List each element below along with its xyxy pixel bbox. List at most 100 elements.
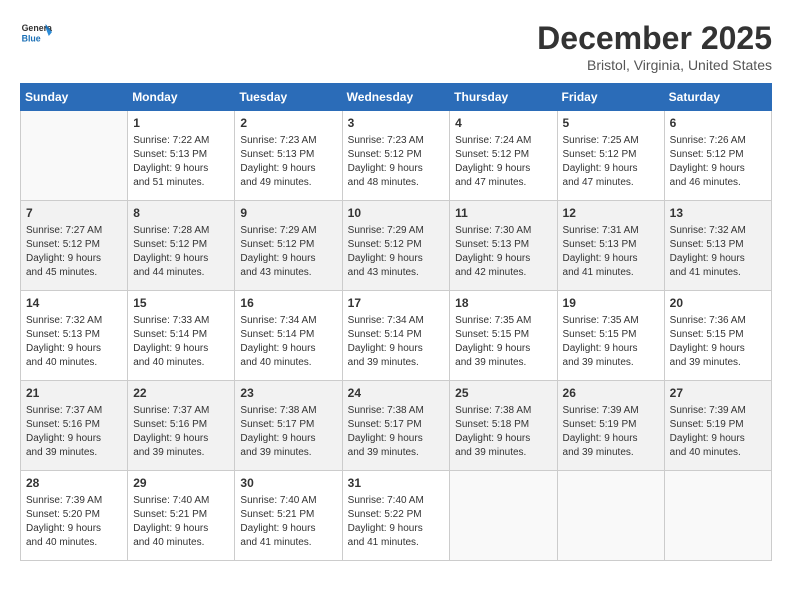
day-number: 5 [563,115,659,132]
svg-text:Blue: Blue [22,34,41,44]
calendar-cell [664,471,771,561]
calendar-cell: 15 Sunrise: 7:33 AM Sunset: 5:14 PM Dayli… [128,291,235,381]
calendar-cell: 1Sunrise: 7:22 AM Sunset: 5:13 PM Daylig… [128,111,235,201]
day-number: 12 [563,205,659,222]
day-info: Sunrise: 7:34 AM Sunset: 5:14 PM Dayligh… [348,314,445,370]
day-info: Sunrise: 7:38 AM Sunset: 5:17 PM Dayligh… [348,404,445,460]
weekday-header-thursday: Thursday [450,84,557,111]
day-info: Sunrise: 7:32 AM Sunset: 5:13 PM Dayligh… [26,314,122,370]
day-info: Sunrise: 7:24 AM Sunset: 5:12 PM Dayligh… [455,134,551,190]
day-info: Sunrise: 7:23 AM Sunset: 5:13 PM Dayligh… [240,134,336,190]
day-info: Sunrise: 7:39 AM Sunset: 5:19 PM Dayligh… [563,404,659,460]
calendar-cell: 26 Sunrise: 7:39 AM Sunset: 5:19 PM Dayli… [557,381,664,471]
calendar-cell: 13Sunrise: 7:32 AM Sunset: 5:13 PM Dayli… [664,201,771,291]
weekday-header-row: SundayMondayTuesdayWednesdayThursdayFrid… [21,84,772,111]
week-row-4: 21 Sunrise: 7:37 AM Sunset: 5:16 PM Dayli… [21,381,772,471]
calendar-cell [21,111,128,201]
weekday-header-tuesday: Tuesday [235,84,342,111]
day-info: Sunrise: 7:26 AM Sunset: 5:12 PM Dayligh… [670,134,766,190]
calendar-cell: 22Sunrise: 7:37 AM Sunset: 5:16 PM Dayli… [128,381,235,471]
day-info: Sunrise: 7:27 AM Sunset: 5:12 PM Dayligh… [26,224,122,280]
calendar-cell: 9Sunrise: 7:29 AM Sunset: 5:12 PM Daylig… [235,201,342,291]
day-number: 23 [240,385,336,402]
calendar-cell: 6 Sunrise: 7:26 AM Sunset: 5:12 PM Daylig… [664,111,771,201]
day-number: 8 [133,205,229,222]
day-number: 6 [670,115,766,132]
calendar-cell: 4 Sunrise: 7:24 AM Sunset: 5:12 PM Daylig… [450,111,557,201]
day-number: 2 [240,115,336,132]
calendar-cell: 7 Sunrise: 7:27 AM Sunset: 5:12 PM Daylig… [21,201,128,291]
day-info: Sunrise: 7:39 AM Sunset: 5:20 PM Dayligh… [26,494,122,550]
calendar-cell: 27Sunrise: 7:39 AM Sunset: 5:19 PM Dayli… [664,381,771,471]
calendar-cell [450,471,557,561]
calendar-cell: 16 Sunrise: 7:34 AM Sunset: 5:14 PM Dayli… [235,291,342,381]
calendar-cell: 2 Sunrise: 7:23 AM Sunset: 5:13 PM Daylig… [235,111,342,201]
day-info: Sunrise: 7:36 AM Sunset: 5:15 PM Dayligh… [670,314,766,370]
calendar-cell: 17 Sunrise: 7:34 AM Sunset: 5:14 PM Dayli… [342,291,450,381]
day-number: 31 [348,475,445,492]
weekday-header-friday: Friday [557,84,664,111]
week-row-1: 1Sunrise: 7:22 AM Sunset: 5:13 PM Daylig… [21,111,772,201]
day-number: 7 [26,205,122,222]
title-block: December 2025 Bristol, Virginia, United … [537,20,772,73]
day-info: Sunrise: 7:29 AM Sunset: 5:12 PM Dayligh… [240,224,336,280]
calendar-cell: 18 Sunrise: 7:35 AM Sunset: 5:15 PM Dayli… [450,291,557,381]
day-info: Sunrise: 7:31 AM Sunset: 5:13 PM Dayligh… [563,224,659,280]
day-number: 15 [133,295,229,312]
day-info: Sunrise: 7:23 AM Sunset: 5:12 PM Dayligh… [348,134,445,190]
day-info: Sunrise: 7:38 AM Sunset: 5:18 PM Dayligh… [455,404,551,460]
calendar-cell: 12 Sunrise: 7:31 AM Sunset: 5:13 PM Dayli… [557,201,664,291]
calendar-cell: 28 Sunrise: 7:39 AM Sunset: 5:20 PM Dayli… [21,471,128,561]
weekday-header-wednesday: Wednesday [342,84,450,111]
logo: General Blue [20,20,52,48]
day-number: 20 [670,295,766,312]
calendar-cell [557,471,664,561]
day-number: 4 [455,115,551,132]
day-number: 21 [26,385,122,402]
day-number: 30 [240,475,336,492]
calendar-cell: 24Sunrise: 7:38 AM Sunset: 5:17 PM Dayli… [342,381,450,471]
day-number: 26 [563,385,659,402]
day-number: 14 [26,295,122,312]
calendar-cell: 19 Sunrise: 7:35 AM Sunset: 5:15 PM Dayli… [557,291,664,381]
weekday-header-monday: Monday [128,84,235,111]
calendar-cell: 23 Sunrise: 7:38 AM Sunset: 5:17 PM Dayli… [235,381,342,471]
day-number: 17 [348,295,445,312]
day-info: Sunrise: 7:34 AM Sunset: 5:14 PM Dayligh… [240,314,336,370]
day-number: 11 [455,205,551,222]
calendar-cell: 30Sunrise: 7:40 AM Sunset: 5:21 PM Dayli… [235,471,342,561]
week-row-3: 14 Sunrise: 7:32 AM Sunset: 5:13 PM Dayli… [21,291,772,381]
day-info: Sunrise: 7:35 AM Sunset: 5:15 PM Dayligh… [455,314,551,370]
day-info: Sunrise: 7:38 AM Sunset: 5:17 PM Dayligh… [240,404,336,460]
day-number: 19 [563,295,659,312]
calendar-cell: 31Sunrise: 7:40 AM Sunset: 5:22 PM Dayli… [342,471,450,561]
weekday-header-sunday: Sunday [21,84,128,111]
calendar-cell: 3 Sunrise: 7:23 AM Sunset: 5:12 PM Daylig… [342,111,450,201]
day-number: 3 [348,115,445,132]
week-row-2: 7 Sunrise: 7:27 AM Sunset: 5:12 PM Daylig… [21,201,772,291]
logo-icon: General Blue [20,20,52,48]
day-info: Sunrise: 7:40 AM Sunset: 5:21 PM Dayligh… [133,494,229,550]
day-number: 25 [455,385,551,402]
day-number: 1 [133,115,229,132]
day-info: Sunrise: 7:37 AM Sunset: 5:16 PM Dayligh… [26,404,122,460]
day-number: 10 [348,205,445,222]
calendar-cell: 8 Sunrise: 7:28 AM Sunset: 5:12 PM Daylig… [128,201,235,291]
calendar-cell: 29Sunrise: 7:40 AM Sunset: 5:21 PM Dayli… [128,471,235,561]
calendar-cell: 20 Sunrise: 7:36 AM Sunset: 5:15 PM Dayli… [664,291,771,381]
calendar-cell: 14 Sunrise: 7:32 AM Sunset: 5:13 PM Dayli… [21,291,128,381]
day-number: 13 [670,205,766,222]
day-info: Sunrise: 7:28 AM Sunset: 5:12 PM Dayligh… [133,224,229,280]
calendar-cell: 10Sunrise: 7:29 AM Sunset: 5:12 PM Dayli… [342,201,450,291]
weekday-header-saturday: Saturday [664,84,771,111]
day-info: Sunrise: 7:35 AM Sunset: 5:15 PM Dayligh… [563,314,659,370]
day-number: 28 [26,475,122,492]
location: Bristol, Virginia, United States [537,57,772,73]
month-title: December 2025 [537,20,772,57]
day-number: 18 [455,295,551,312]
calendar-cell: 11Sunrise: 7:30 AM Sunset: 5:13 PM Dayli… [450,201,557,291]
day-number: 16 [240,295,336,312]
calendar-cell: 5Sunrise: 7:25 AM Sunset: 5:12 PM Daylig… [557,111,664,201]
day-info: Sunrise: 7:33 AM Sunset: 5:14 PM Dayligh… [133,314,229,370]
calendar-table: SundayMondayTuesdayWednesdayThursdayFrid… [20,83,772,561]
